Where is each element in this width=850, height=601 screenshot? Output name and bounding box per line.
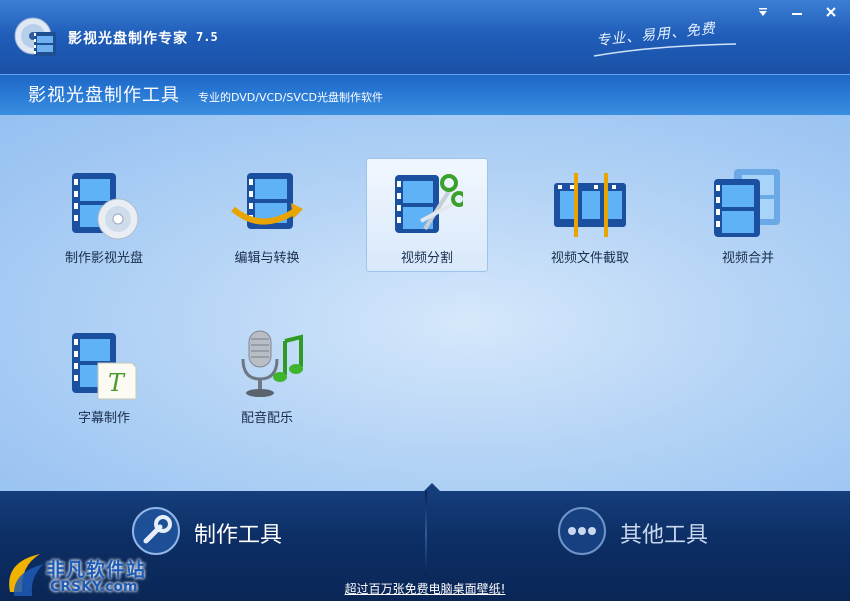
tools-panel: 制作影视光盘 编辑与转换 视频分割 视频文件截取 视频合并 T 字幕制作 配音配… [0,115,850,491]
subheader-title: 影视光盘制作工具 [28,85,180,106]
tool-label: 配音配乐 [240,411,293,426]
watermark-cn: 非凡软件站 [46,559,147,581]
watermark-en: CRSKY.com [50,579,138,595]
tab-indicator [424,483,440,491]
film-merge-icon [714,169,780,237]
menu-arrow-icon [759,8,767,16]
slogan-swoosh-icon [593,43,737,57]
tool-label: 视频分割 [400,251,453,266]
tool-video-clip[interactable]: 视频文件截取 [530,159,650,271]
subheader: 影视光盘制作工具 专业的DVD/VCD/SVCD光盘制作软件 [0,74,850,116]
tool-label: 制作影视光盘 [64,251,143,266]
minimize-button[interactable] [786,3,808,21]
tool-video-merge[interactable]: 视频合并 [688,159,808,271]
close-icon [826,7,836,17]
tab-label: 制作工具 [194,523,283,548]
tool-video-split[interactable]: 视频分割 [366,158,488,272]
tab-divider [425,491,427,576]
tool-dubbing-music[interactable]: 配音配乐 [207,319,327,431]
film-clip-icon [554,173,626,237]
more-dots-icon [558,507,606,555]
film-convert-icon [231,173,303,229]
close-button[interactable] [820,3,842,21]
subheader-description: 专业的DVD/VCD/SVCD光盘制作软件 [198,91,384,104]
app-logo-icon [14,17,56,56]
tool-edit-convert[interactable]: 编辑与转换 [207,159,327,271]
svg-text:T: T [108,369,126,397]
tool-subtitle[interactable]: T 字幕制作 [44,319,164,431]
minimize-icon [792,13,802,15]
film-disc-icon [72,173,139,240]
title-bar[interactable]: 影视光盘制作专家 7.5 专业、易用、免费 [0,0,850,74]
microphone-music-icon [241,330,303,397]
menu-button[interactable] [752,3,774,21]
tool-make-disc[interactable]: 制作影视光盘 [44,159,164,271]
film-subtitle-icon: T [72,333,137,400]
tool-label: 编辑与转换 [234,251,300,266]
tab-label: 其他工具 [620,523,709,548]
tool-label: 字幕制作 [77,411,130,426]
app-title: 影视光盘制作专家 [68,31,188,47]
tool-label: 视频合并 [721,251,774,266]
tool-label: 视频文件截取 [550,251,629,266]
app-window: 影视光盘制作专家 7.5 专业、易用、免费 影视光盘制作工具 专业的DVD/VC… [0,0,850,601]
app-version: 7.5 [196,30,218,44]
film-scissors-icon [395,174,463,233]
